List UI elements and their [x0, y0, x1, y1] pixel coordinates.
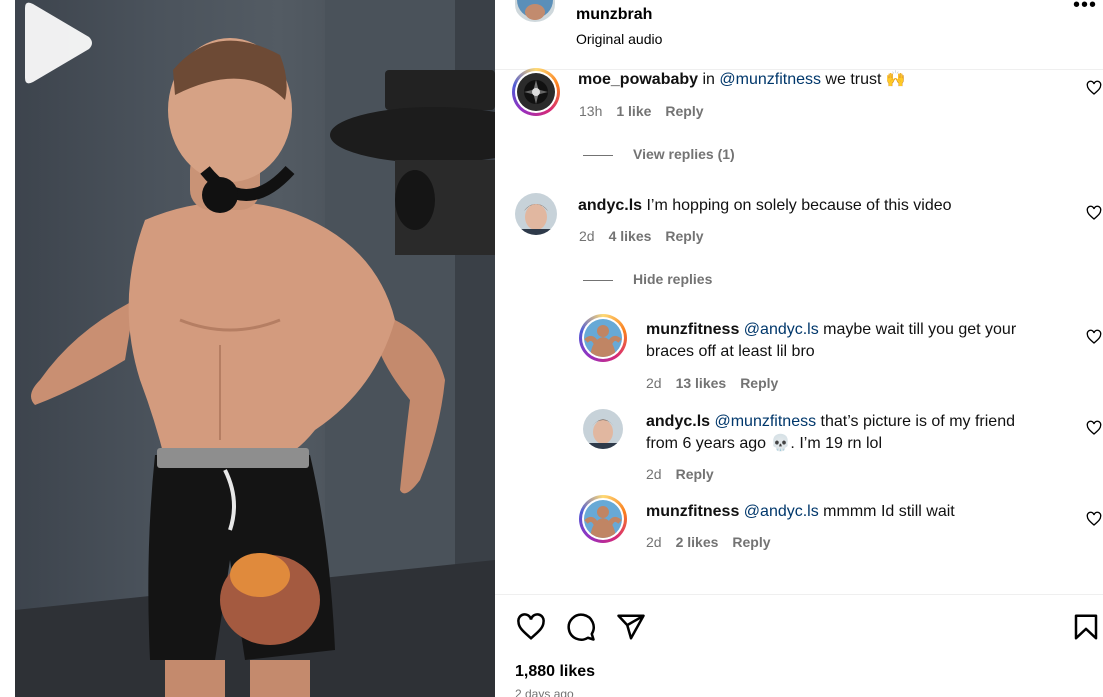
- video-frame: [15, 0, 495, 697]
- reply-body: maybe wait till you get your: [818, 321, 1017, 338]
- reply-body: mmmm Id still wait: [818, 503, 955, 520]
- reply-body: that’s picture is of my friend: [816, 413, 1015, 430]
- post-likes[interactable]: 1,880 likes: [515, 663, 595, 681]
- heart-icon[interactable]: [515, 612, 547, 642]
- comment-likes[interactable]: 4 likes: [609, 228, 652, 244]
- reply-button[interactable]: Reply: [665, 103, 703, 119]
- reply-button[interactable]: Reply: [676, 466, 714, 482]
- reply-time: 2d: [646, 534, 662, 550]
- comment-time: 13h: [579, 103, 603, 119]
- reply-likes[interactable]: 2 likes: [676, 534, 719, 550]
- more-icon[interactable]: •••: [1073, 0, 1097, 17]
- avatar[interactable]: [512, 68, 560, 116]
- avatar[interactable]: [579, 495, 627, 543]
- comment-likes[interactable]: 1 like: [616, 103, 651, 119]
- heart-icon[interactable]: [1086, 205, 1102, 221]
- page-margin: [0, 0, 15, 697]
- mention-link[interactable]: @munzfitness: [719, 71, 821, 88]
- reply-likes[interactable]: 13 likes: [676, 375, 727, 391]
- reel-video[interactable]: [15, 0, 495, 697]
- heart-icon[interactable]: [1086, 329, 1102, 345]
- comment-meta: 2d 4 likes Reply: [579, 228, 718, 244]
- reply-text: andyc.ls @munzfitness that’s picture is …: [646, 411, 1066, 455]
- mention-link[interactable]: @andyc.ls: [744, 503, 819, 520]
- comment-username[interactable]: andyc.ls: [578, 197, 642, 214]
- reply-button[interactable]: Reply: [740, 375, 778, 391]
- post-time: 2 days ago: [515, 687, 574, 697]
- reply-time: 2d: [646, 375, 662, 391]
- comment-icon[interactable]: [565, 612, 597, 642]
- reply-body: braces off at least lil bro: [646, 343, 815, 360]
- reply-time: 2d: [646, 466, 662, 482]
- reply-username[interactable]: munzfitness: [646, 321, 739, 338]
- reply-meta: 2d 2 likes Reply: [646, 534, 785, 550]
- reply-body: from 6 years ago 💀. I’m 19 rn lol: [646, 435, 883, 452]
- reply-button[interactable]: Reply: [665, 228, 703, 244]
- hide-replies-button[interactable]: Hide replies: [633, 271, 712, 287]
- comment-meta: 13h 1 like Reply: [579, 103, 718, 119]
- mention-link[interactable]: @andyc.ls: [744, 321, 819, 338]
- thread-line: [583, 280, 613, 281]
- play-icon[interactable]: [15, 0, 95, 86]
- reply-text: munzfitness @andyc.ls maybe wait till yo…: [646, 319, 1066, 363]
- reply-meta: 2d 13 likes Reply: [646, 375, 792, 391]
- comment-body: in: [698, 71, 720, 88]
- author-username[interactable]: munzbrah: [576, 6, 652, 24]
- post-header: munzbrah Original audio •••: [495, 0, 1103, 70]
- reply-username[interactable]: munzfitness: [646, 503, 739, 520]
- avatar[interactable]: [515, 193, 557, 235]
- comment-body: we trust 🙌: [820, 71, 906, 88]
- thread-line: [583, 155, 613, 156]
- bookmark-icon[interactable]: [1071, 612, 1101, 642]
- reply-button[interactable]: Reply: [732, 534, 770, 550]
- heart-icon[interactable]: [1086, 80, 1102, 96]
- reply-meta: 2d Reply: [646, 466, 728, 482]
- send-icon[interactable]: [615, 612, 647, 642]
- avatar[interactable]: [579, 314, 627, 362]
- heart-icon[interactable]: [1086, 511, 1102, 527]
- comment-time: 2d: [579, 228, 595, 244]
- comment-body: I’m hopping on solely because of this vi…: [642, 197, 952, 214]
- comment-username[interactable]: moe_powababy: [578, 71, 698, 88]
- divider: [495, 594, 1103, 595]
- heart-icon[interactable]: [1086, 420, 1102, 436]
- audio-label[interactable]: Original audio: [576, 31, 662, 47]
- author-avatar[interactable]: [515, 0, 555, 24]
- reply-username[interactable]: andyc.ls: [646, 413, 710, 430]
- comment-text: andyc.ls I’m hopping on solely because o…: [578, 195, 1068, 217]
- comment-text: moe_powababy in @munzfitness we trust 🙌: [578, 69, 1068, 91]
- view-replies-button[interactable]: View replies (1): [633, 146, 735, 162]
- mention-link[interactable]: @munzfitness: [714, 413, 816, 430]
- post-panel: munzbrah Original audio ••• moe_powababy…: [495, 0, 1103, 697]
- avatar[interactable]: [583, 409, 623, 449]
- reply-text: munzfitness @andyc.ls mmmm Id still wait: [646, 501, 1066, 523]
